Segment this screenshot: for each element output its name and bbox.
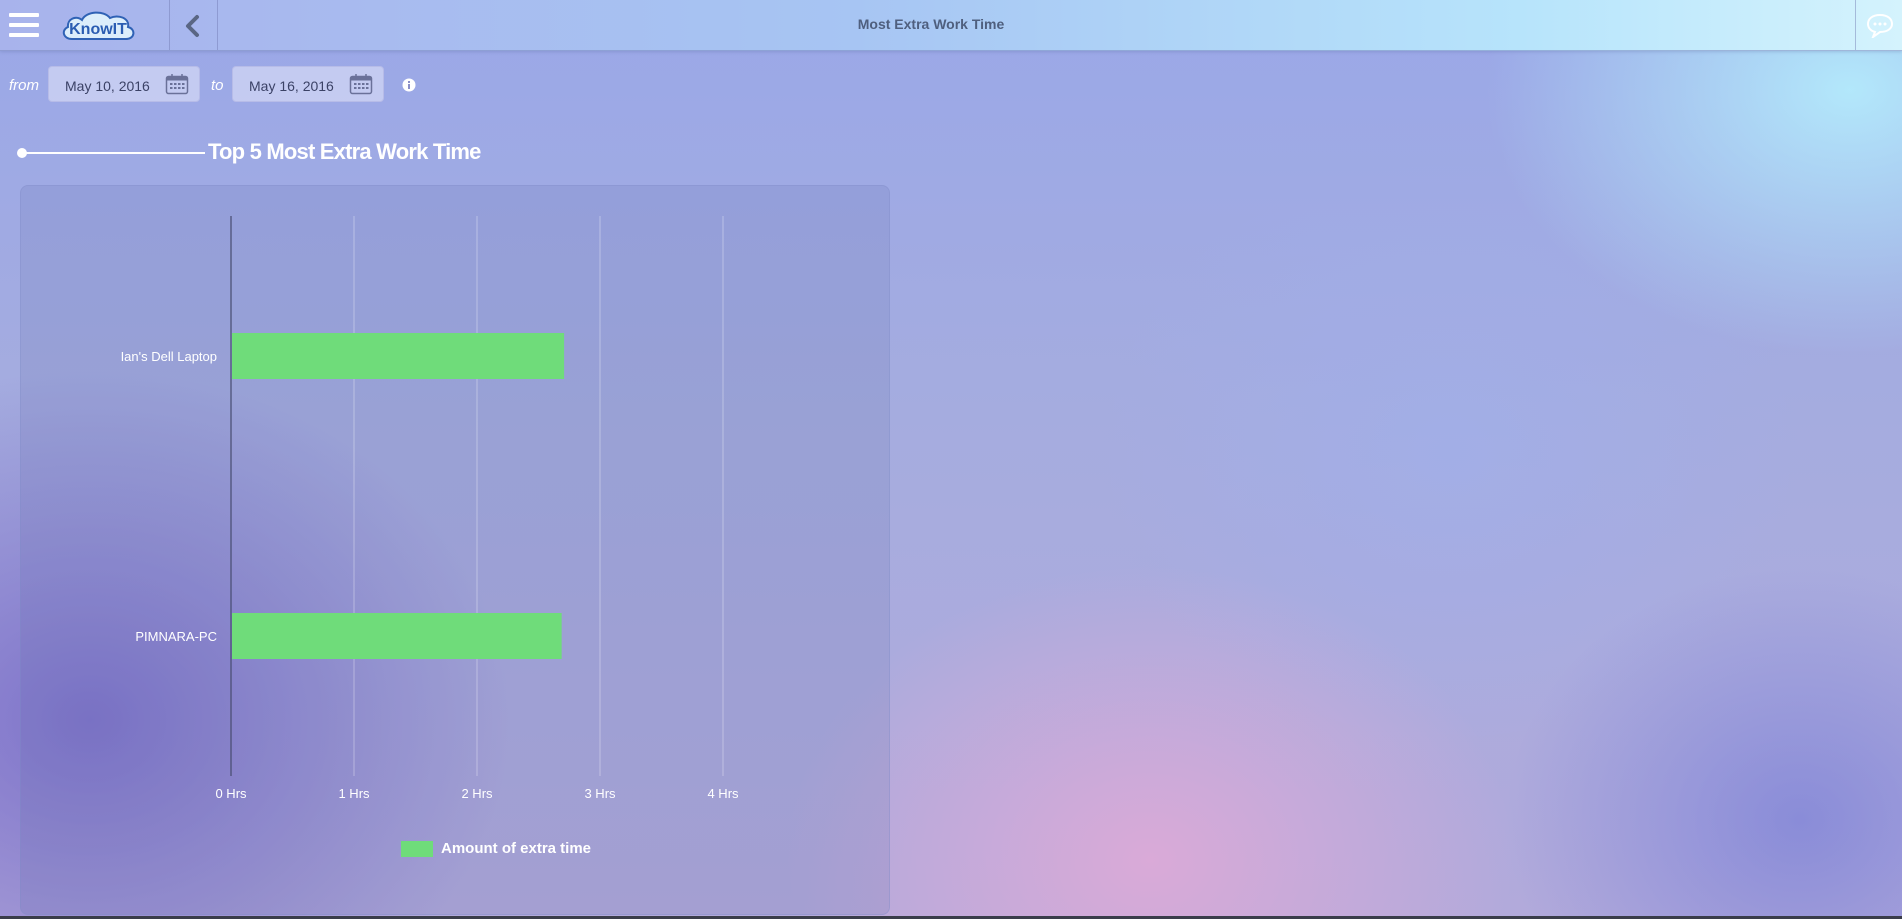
x-tick-label: 1 Hrs <box>338 786 370 801</box>
from-date-field[interactable]: May 10, 2016 <box>48 66 200 102</box>
category-label: PIMNARA-PC <box>135 629 217 644</box>
from-label: from <box>9 77 39 94</box>
to-date-value: May 16, 2016 <box>249 78 334 94</box>
legend-swatch <box>401 841 433 857</box>
calendar-icon[interactable] <box>165 73 189 95</box>
section-title: Top 5 Most Extra Work Time <box>208 139 481 164</box>
legend-label: Amount of extra time <box>441 840 592 857</box>
category-label: Ian's Dell Laptop <box>121 349 217 364</box>
x-tick-label: 3 Hrs <box>584 786 616 801</box>
calendar-icon[interactable] <box>349 73 373 95</box>
bar-chart: 0 Hrs 1 Hrs 2 Hrs 3 Hrs 4 Hrs Ian's Dell Lapt… <box>121 216 739 801</box>
top-header-bar: KnowIT Most Extra Work Time <box>0 0 1902 51</box>
x-tick-label: 2 Hrs <box>461 786 493 801</box>
bar <box>232 613 562 659</box>
chart-panel: 0 Hrs 1 Hrs 2 Hrs 3 Hrs 4 Hrs Ian's Dell Lapt… <box>20 185 890 915</box>
to-label: to <box>211 77 224 94</box>
x-tick-label: 0 Hrs <box>215 786 247 801</box>
bar <box>232 333 565 379</box>
from-date-value: May 10, 2016 <box>65 78 150 94</box>
to-date-field[interactable]: May 16, 2016 <box>232 66 384 102</box>
page-title: Most Extra Work Time <box>857 16 1005 32</box>
info-icon[interactable] <box>402 78 416 92</box>
header-divider <box>1855 0 1856 50</box>
chat-bubble-icon[interactable] <box>1866 12 1894 40</box>
x-tick-label: 4 Hrs <box>707 786 739 801</box>
section-heading-line <box>19 152 205 154</box>
